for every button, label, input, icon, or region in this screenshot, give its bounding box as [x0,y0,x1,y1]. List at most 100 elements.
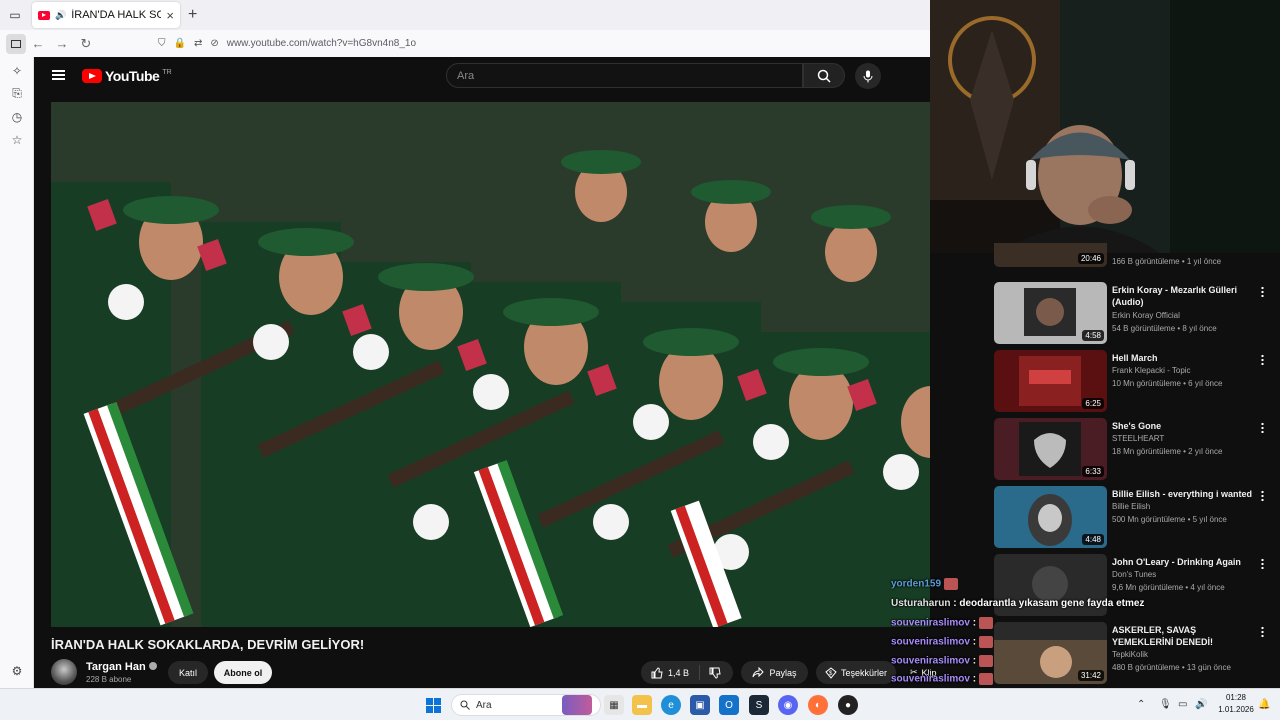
synced-tabs-icon[interactable]: ⎘ [0,82,34,105]
chat-text: : deodarantla yıkasam gene fayda etmez [953,598,1145,609]
permissions-icon[interactable]: ⇄ [194,38,202,49]
video-meta: 10 Mn görüntüleme • 6 yıl önce [1112,379,1223,388]
duration-badge: 6:25 [1082,398,1104,409]
thanks-button[interactable]: $ Teşekkürler [816,661,896,684]
file-explorer-icon[interactable]: ▬ [632,695,652,715]
windows-start-icon[interactable] [426,698,441,713]
lock-icon[interactable]: 🔒 [174,38,186,49]
voice-search-button[interactable] [855,63,881,89]
video-title[interactable]: Hell March [1112,352,1257,364]
history-icon[interactable]: ◷ [0,105,34,128]
more-options-icon[interactable] [1261,354,1264,365]
volume-icon[interactable]: 🔊 [1195,699,1207,710]
subscribe-button[interactable]: Abone ol [214,661,272,684]
like-button[interactable]: 1,4 B [641,665,701,680]
video-title[interactable]: Billie Eilish - everything i wanted [1112,488,1257,500]
channel-name[interactable]: Targan Han [86,661,157,673]
shield-icon[interactable]: ⛉ [158,38,166,49]
video-player[interactable] [51,102,930,627]
more-options-icon[interactable] [1261,286,1264,297]
search-button[interactable] [803,63,845,88]
discord-icon[interactable]: ◉ [778,695,798,715]
channel-name[interactable]: Erkin Koray Official [1112,311,1180,320]
widgets-icon[interactable]: ▦ [604,695,624,715]
video-title[interactable]: She's Gone [1112,420,1257,432]
emote-icon [979,673,994,685]
search-highlights-icon[interactable] [562,695,592,715]
thanks-label: Teşekkürler [840,667,887,678]
bookmarks-icon[interactable]: ☆ [0,128,34,151]
video-thumbnail[interactable]: 20:46 [994,243,1107,267]
video-thumbnail[interactable]: 6:25 [994,350,1107,412]
more-options-icon[interactable] [1261,422,1264,433]
more-options-icon[interactable] [1261,626,1264,637]
chat-text: : [972,636,977,648]
video-frame-soldiers [51,102,930,627]
audio-icon[interactable]: 🔊 [55,10,66,21]
chat-text: : [972,617,977,629]
tray-mic-icon[interactable]: 🎙 [1159,699,1172,710]
notification-icon[interactable]: 🔔 [1258,699,1270,710]
super-thanks-icon: $ [825,666,837,679]
menu-icon[interactable] [52,70,65,80]
list-item[interactable]: 6:25 Hell March Frank Klepacki - Topic 1… [994,350,1278,412]
dislike-button[interactable] [700,667,730,679]
youtube-header: YouTube TR Ara [34,57,930,101]
youtube-favicon-icon [38,10,50,20]
address-bar[interactable]: ⛉ 🔒 ⇄ ⊘ www.youtube.com/watch?v=hG8vn4n8… [158,38,416,49]
sidebar-toggle-button[interactable] [6,33,26,54]
browser-nav-bar: ← → ↻ ⛉ 🔒 ⇄ ⊘ www.youtube.com/watch?v=hG… [0,30,930,57]
channel-name[interactable]: STEELHEART [1112,434,1164,443]
channel-name[interactable]: Billie Eilish [1112,502,1150,511]
store-icon[interactable]: ▣ [690,695,710,715]
back-icon[interactable]: ← [26,36,50,51]
chat-username: souveniraslimov [891,617,970,629]
firefox-icon[interactable]: ◐ [808,695,828,715]
channel-avatar[interactable] [51,659,77,685]
list-item[interactable]: 4:58 Erkin Koray - Mezarlık Gülleri (Aud… [994,282,1278,344]
list-item[interactable]: 4:48 Billie Eilish - everything i wanted… [994,486,1278,548]
ai-chat-icon[interactable]: ✧ [0,59,34,82]
close-tab-icon[interactable]: × [166,8,174,23]
chat-message: Usturaharun : deodarantla yıkasam gene f… [891,598,1144,609]
more-options-icon[interactable] [1261,490,1264,501]
video-title[interactable]: John O'Leary - Drinking Again [1112,556,1257,568]
new-tab-button[interactable]: + [188,6,197,24]
video-thumbnail[interactable]: 4:58 [994,282,1107,344]
settings-gear-icon[interactable]: ⚙ [0,659,34,682]
edge-icon[interactable]: e [661,695,681,715]
no-autoplay-icon[interactable]: ⊘ [210,38,218,49]
join-button[interactable]: Katıl [168,661,208,684]
microphone-icon [863,70,873,82]
video-title[interactable]: Erkin Koray - Mezarlık Gülleri (Audio) [1112,284,1257,308]
tab-manager-icon[interactable]: ▭ [0,0,30,30]
more-options-icon[interactable] [1261,558,1264,569]
webcam-feed [930,0,1280,253]
channel-row: Targan Han 228 B abone Katıl Abone ol 1,… [51,658,937,686]
video-thumbnail[interactable]: 4:48 [994,486,1107,548]
youtube-logo[interactable]: YouTube TR [82,68,172,84]
channel-name-text[interactable]: Targan Han [86,661,146,673]
list-item[interactable]: 6:33 She's Gone STEELHEART 18 Mn görüntü… [994,418,1278,480]
steam-icon[interactable]: S [749,695,769,715]
chat-username: Usturaharun [891,598,951,609]
reload-icon[interactable]: ↻ [74,36,98,52]
share-button[interactable]: Paylaş [741,661,808,684]
browser-tab-active[interactable]: 🔊 İRAN'DA HALK SOKAKLARDA, DEVRİM GELİYO… [32,2,180,28]
channel-name[interactable]: Frank Klepacki - Topic [1112,366,1191,375]
outlook-icon[interactable]: O [719,695,739,715]
list-item[interactable]: 20:46 166 B görüntüleme • 1 yıl önce [994,243,1278,277]
obs-icon[interactable]: ● [838,695,858,715]
like-dislike-group: 1,4 B [641,661,733,684]
tab-title: İRAN'DA HALK SOKAKLARDA, DEVRİM GELİYOR! [71,9,162,21]
chat-username: souveniraslimov [891,673,970,685]
network-icon[interactable]: ▭ [1178,699,1187,710]
url-text[interactable]: www.youtube.com/watch?v=hG8vn4n8_1o [227,38,416,49]
forward-icon[interactable]: → [50,36,74,51]
system-clock[interactable]: 01:28 1.01.2026 [1214,692,1258,716]
tray-chevron-icon[interactable]: ⌃ [1137,699,1145,710]
search-input[interactable]: Ara [446,63,803,88]
video-thumbnail[interactable]: 6:33 [994,418,1107,480]
taskbar-search-placeholder: Ara [476,699,492,711]
share-label: Paylaş [769,667,797,678]
